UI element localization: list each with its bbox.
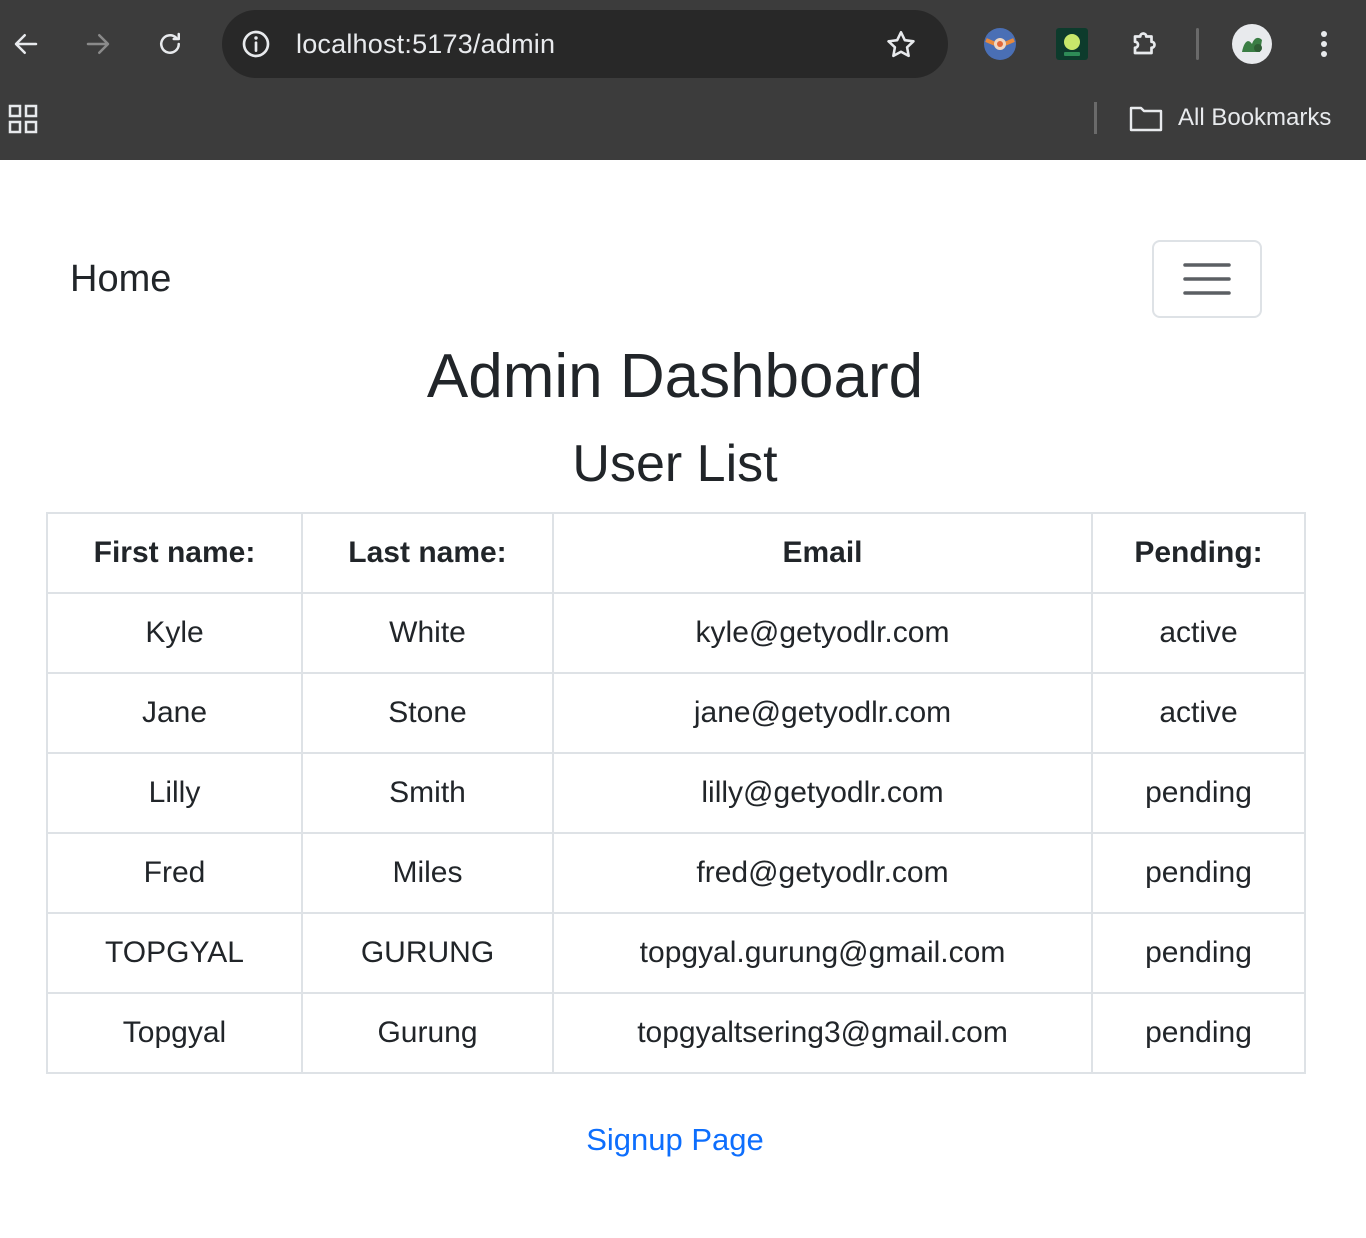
header-first-name: First name: bbox=[46, 512, 303, 594]
table-row: Kyle White kyle@getyodlr.com active bbox=[46, 592, 1306, 674]
browser-chrome: localhost:5173/admin All Bookmarks bbox=[0, 0, 1366, 160]
cell-email: kyle@getyodlr.com bbox=[552, 592, 1093, 674]
cell-last-name: GURUNG bbox=[301, 912, 554, 994]
cell-status: active bbox=[1091, 592, 1306, 674]
back-button[interactable] bbox=[6, 24, 46, 64]
signup-page-link[interactable]: Signup Page bbox=[0, 1122, 1350, 1158]
extension-icon[interactable] bbox=[1054, 26, 1090, 62]
table-header-row: First name: Last name: Email Pending: bbox=[46, 512, 1306, 594]
hamburger-icon bbox=[1183, 263, 1231, 295]
folder-icon[interactable] bbox=[1128, 102, 1164, 134]
cell-email: jane@getyodlr.com bbox=[552, 672, 1093, 754]
bookmarks-divider bbox=[1094, 102, 1097, 134]
cell-email: topgyaltsering3@gmail.com bbox=[552, 992, 1093, 1074]
cell-status: pending bbox=[1091, 992, 1306, 1074]
extension-icon[interactable] bbox=[982, 26, 1018, 62]
cell-status: pending bbox=[1091, 832, 1306, 914]
cell-email: topgyal.gurung@gmail.com bbox=[552, 912, 1093, 994]
puzzle-extensions-icon[interactable] bbox=[1126, 26, 1162, 62]
table-row: TOPGYAL GURUNG topgyal.gurung@gmail.com … bbox=[46, 912, 1306, 994]
cell-email: fred@getyodlr.com bbox=[552, 832, 1093, 914]
cell-first-name: Kyle bbox=[46, 592, 303, 674]
back-arrow-icon bbox=[14, 34, 38, 54]
browser-toolbar: localhost:5173/admin bbox=[0, 0, 1366, 88]
table-row: Fred Miles fred@getyodlr.com pending bbox=[46, 832, 1306, 914]
cell-email: lilly@getyodlr.com bbox=[552, 752, 1093, 834]
apps-grid-icon[interactable] bbox=[8, 104, 38, 134]
cell-status: active bbox=[1091, 672, 1306, 754]
cell-first-name: Fred bbox=[46, 832, 303, 914]
cell-first-name: TOPGYAL bbox=[46, 912, 303, 994]
cell-status: pending bbox=[1091, 912, 1306, 994]
kebab-menu-icon[interactable] bbox=[1306, 26, 1342, 62]
header-last-name: Last name: bbox=[301, 512, 554, 594]
all-bookmarks-label[interactable]: All Bookmarks bbox=[1178, 102, 1331, 134]
cell-last-name: Smith bbox=[301, 752, 554, 834]
reload-button[interactable] bbox=[150, 24, 190, 64]
navbar-home-link[interactable]: Home bbox=[70, 258, 171, 301]
table-row: Jane Stone jane@getyodlr.com active bbox=[46, 672, 1306, 754]
user-table: First name: Last name: Email Pending: Ky… bbox=[46, 512, 1306, 1074]
toolbar-divider bbox=[1196, 28, 1199, 60]
cell-status: pending bbox=[1091, 752, 1306, 834]
forward-button[interactable] bbox=[78, 24, 118, 64]
cell-first-name: Topgyal bbox=[46, 992, 303, 1074]
forward-arrow-icon bbox=[86, 34, 110, 54]
profile-avatar-icon[interactable] bbox=[1232, 24, 1272, 64]
navbar-toggler-button[interactable] bbox=[1152, 240, 1262, 318]
cell-last-name: Stone bbox=[301, 672, 554, 754]
bookmarks-bar: All Bookmarks bbox=[0, 88, 1366, 160]
table-row: Lilly Smith lilly@getyodlr.com pending bbox=[46, 752, 1306, 834]
address-url[interactable]: localhost:5173/admin bbox=[296, 10, 555, 78]
address-bar[interactable]: localhost:5173/admin bbox=[222, 10, 948, 78]
cell-first-name: Lilly bbox=[46, 752, 303, 834]
bookmark-star-icon[interactable] bbox=[884, 28, 918, 62]
cell-last-name: Gurung bbox=[301, 992, 554, 1074]
cell-first-name: Jane bbox=[46, 672, 303, 754]
header-email: Email bbox=[552, 512, 1093, 594]
page-title: Admin Dashboard bbox=[426, 342, 924, 411]
header-pending: Pending: bbox=[1091, 512, 1306, 594]
cell-last-name: White bbox=[301, 592, 554, 674]
table-row: Topgyal Gurung topgyaltsering3@gmail.com… bbox=[46, 992, 1306, 1074]
cell-last-name: Miles bbox=[301, 832, 554, 914]
site-info-icon[interactable] bbox=[240, 28, 272, 60]
reload-icon bbox=[160, 32, 180, 54]
page-subtitle: User List bbox=[572, 435, 778, 493]
